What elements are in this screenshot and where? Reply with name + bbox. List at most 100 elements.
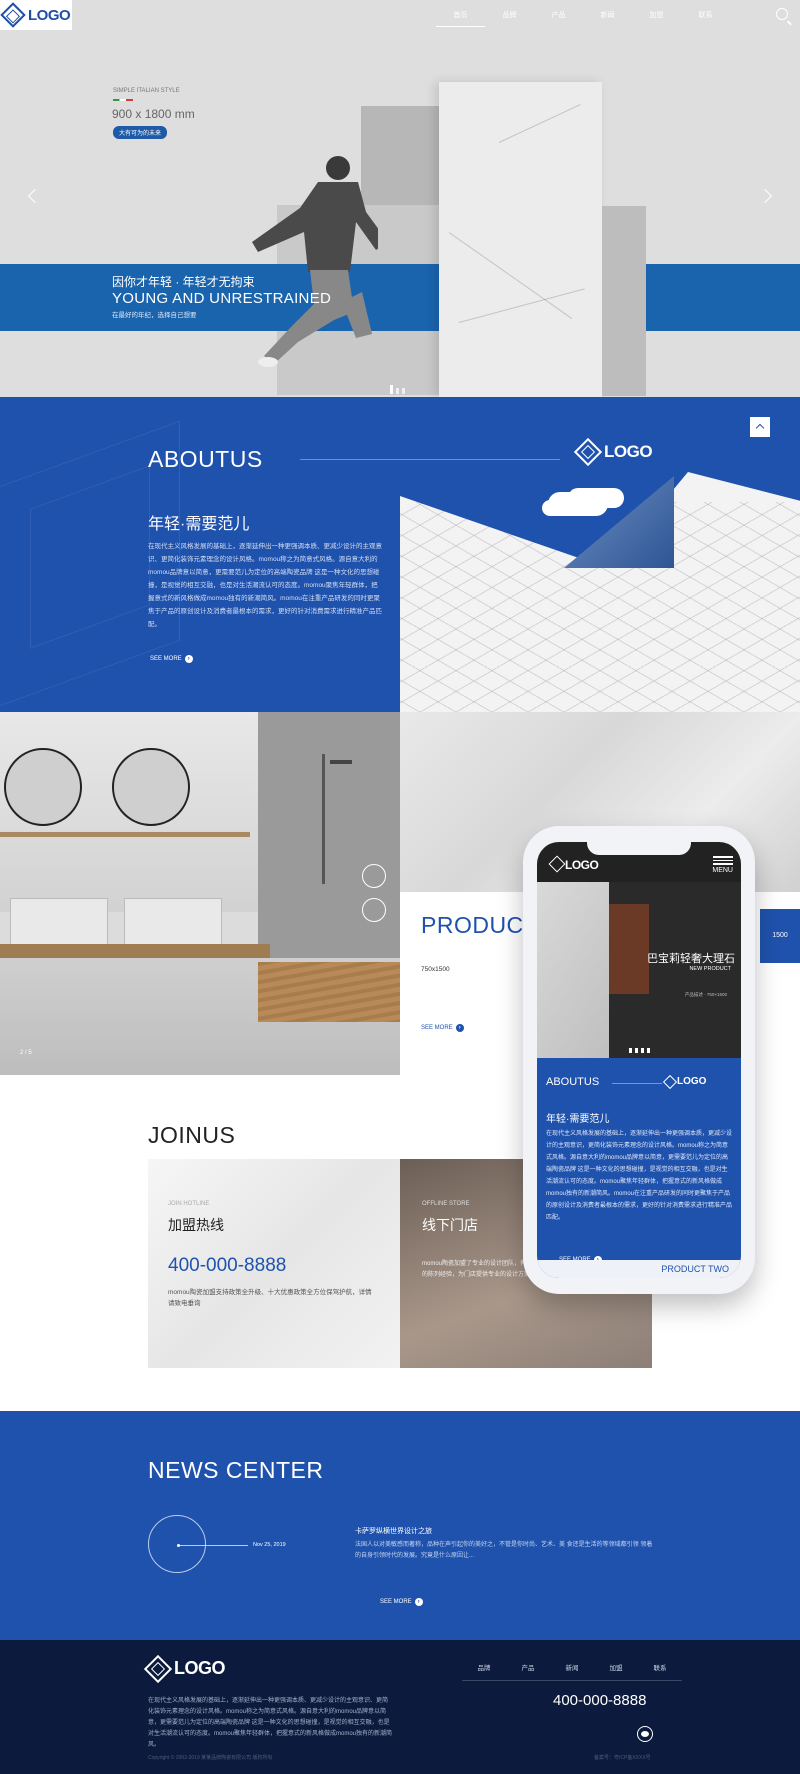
news-title: NEWS CENTER [148,1457,324,1483]
store-label-en: OFFLINE STORE [422,1201,470,1207]
hero-subtitle: 在最好的年纪，选择自己想要 [112,312,197,319]
footer-nav-product[interactable]: 产品 [506,1662,550,1672]
arrow-icon: › [184,655,193,663]
logo-text: LOGO [565,858,599,872]
nav-item-product[interactable]: 产品 [534,10,583,27]
slide-counter: 2 / 5 [20,1050,32,1056]
about-logo: LOGO [573,437,653,467]
main-nav: 首页 品牌 产品 新闻 加盟 联系 [436,10,730,27]
news-timeline-circle [148,1515,206,1573]
nav-item-news[interactable]: 新闻 [583,10,632,27]
slider-dots[interactable] [629,1048,650,1053]
footer-phone[interactable]: 400-000-8888 [553,1692,646,1709]
phone-product-strip: PRODUCT TWO [537,1260,741,1278]
phone-about-logo: LOGO [677,1076,707,1087]
phone-about-title: ABOUTUS [546,1076,600,1088]
slide-next-button[interactable] [362,898,386,922]
logo-text: LOGO [174,1658,226,1678]
phone-about-subtitle: 年轻·需要范儿 [546,1114,610,1125]
phone-screen: LOGO MENU 巴宝莉轻奢大理石 NEW PRODUCT 产品描述 · 75… [537,842,741,1278]
hotline-label: 加盟热线 [168,1217,224,1233]
hero-headline-cn: 因你才年轻 · 年轻才无拘束 [112,275,255,289]
copyright: Copyright © 2002-2019 某某品牌陶瓷有限公司 版权所有 [148,1755,273,1761]
hotline-label-en: JOIN HOTLINE [168,1201,210,1207]
model-figure [252,156,378,367]
tile-image [602,206,646,396]
phone-hero-title: 巴宝莉轻奢大理石 [647,953,735,965]
news-excerpt: 法国人以对美敏感而著称，品种在声引起你的美好之，不管是你时尚、艺术、美 食还是生… [355,1542,653,1559]
side-product-tab[interactable]: 1500 [760,909,800,963]
wechat-icon[interactable] [637,1726,653,1742]
see-more-label: SEE MORE [150,656,182,662]
phone-mockup: LOGO MENU 巴宝莉轻奢大理石 NEW PRODUCT 产品描述 · 75… [523,826,755,1294]
nav-item-home[interactable]: 首页 [436,10,485,27]
bathroom-image: 2 / 5 [0,712,400,1075]
see-more-label: SEE MORE [421,1025,453,1031]
hotline-card: JOIN HOTLINE 加盟热线 400-000-8888 momou陶瓷加盟… [148,1159,400,1368]
prev-arrow-icon[interactable] [27,188,43,204]
phone-about: ABOUTUS LOGO 年轻·需要范儿 在现代主义风格发展的基础上，逐渐延伸出… [537,1058,741,1278]
back-to-top-button[interactable] [750,417,770,437]
join-title: JOINUS [148,1122,236,1148]
slide-prev-button[interactable] [362,864,386,888]
product-size: 750x1500 [421,966,450,973]
news-section: NEWS CENTER Nov 25, 2019 卡萨罗纵横世界设计之旅 法国人… [0,1411,800,1640]
news-see-more-link[interactable]: SEE MORE › [380,1598,423,1606]
footer-nav-contact[interactable]: 联系 [638,1662,682,1672]
footer-text: 在现代主义风格发展的基础上，逐渐延伸出一种更强调本质、更减少设计的主观意识、更简… [148,1698,393,1748]
nav-item-contact[interactable]: 联系 [681,10,730,27]
search-icon[interactable] [776,8,788,20]
footer-nav-news[interactable]: 新闻 [550,1662,594,1672]
phone-notch [587,842,691,855]
architecture-image [400,472,800,712]
hero-size: 900 x 1800 mm [112,107,195,121]
site-header: LOGO 首页 品牌 产品 新闻 加盟 联系 [0,0,800,30]
divider [612,1083,662,1084]
logo-text: LOGO [604,442,653,461]
news-timeline-line [178,1545,248,1546]
about-subtitle: 年轻·需要范儿 [148,516,250,533]
product-title: PRODUC [421,912,524,938]
hero-style-label: SIMPLE ITALIAN STYLE [113,88,180,94]
logo-diamond-icon [0,2,26,28]
logo-diamond-icon [548,855,566,873]
arrow-icon: › [414,1598,423,1606]
icp-number[interactable]: 备案号：粤ICP备XXXX号 [594,1754,651,1761]
logo-diamond-icon [143,1654,173,1683]
hero-pill: 大有可为的未来 [113,126,168,139]
next-arrow-icon[interactable] [757,188,773,204]
footer-nav: 品牌 产品 新闻 加盟 联系 [462,1662,682,1681]
store-label: 线下门店 [422,1217,478,1233]
hero-headline-en: YOUNG AND UNRESTRAINED [112,290,332,307]
about-section: ABOUTUS LOGO 年轻·需要范儿 在现代主义风格发展的基础上，逐渐延伸出… [0,397,800,712]
hotline-number[interactable]: 400-000-8888 [168,1255,286,1277]
news-headline[interactable]: 卡萨罗纵横世界设计之旅 [355,1526,432,1536]
phone-hero: 巴宝莉轻奢大理石 NEW PRODUCT 产品描述 · 750×1500 [537,882,741,1058]
hotline-description: momou陶瓷加盟支持政策全升级、十大优惠政策全方位保驾护航，详情请致电垂询 [168,1289,372,1307]
site-logo[interactable]: LOGO [0,0,72,30]
logo-diamond-icon [573,437,603,467]
hero-banner: SIMPLE ITALIAN STYLE 900 x 1800 mm 大有可为的… [0,0,800,397]
footer-logo[interactable]: LOGO [143,1654,226,1683]
tile-image [439,82,602,397]
phone-about-text: 在现代主义风格发展的基础上，逐渐延伸出一种更强调本质，更减少设计的主观意识，更简… [546,1131,733,1221]
footer-nav-brand[interactable]: 品牌 [462,1662,506,1672]
product-see-more-link[interactable]: SEE MORE › [421,1024,464,1032]
footer-nav-join[interactable]: 加盟 [594,1662,638,1672]
see-more-label: SEE MORE [380,1599,412,1605]
slider-dots[interactable] [390,385,405,394]
phone-product-label: PRODUCT TWO [661,1264,729,1274]
menu-label: MENU [712,866,733,874]
nav-item-brand[interactable]: 品牌 [485,10,534,27]
site-footer: LOGO 在现代主义风格发展的基础上，逐渐延伸出一种更强调本质、更减少设计的主观… [0,1640,800,1774]
about-text: 在现代主义风格发展的基础上，逐渐延伸出一种更强调本质、更减少设计的主观意识、更简… [148,543,382,628]
logo-text: LOGO [28,6,71,24]
phone-hero-caption: 产品描述 · 750×1500 [684,992,727,997]
news-date: Nov 25, 2019 [253,1542,286,1548]
about-see-more-link[interactable]: SEE MORE › [150,655,193,663]
arrow-icon: › [455,1024,464,1032]
divider [300,459,560,460]
phone-hero-subtitle: NEW PRODUCT [689,966,731,972]
menu-button[interactable]: MENU [712,854,733,874]
nav-item-join[interactable]: 加盟 [632,10,681,27]
